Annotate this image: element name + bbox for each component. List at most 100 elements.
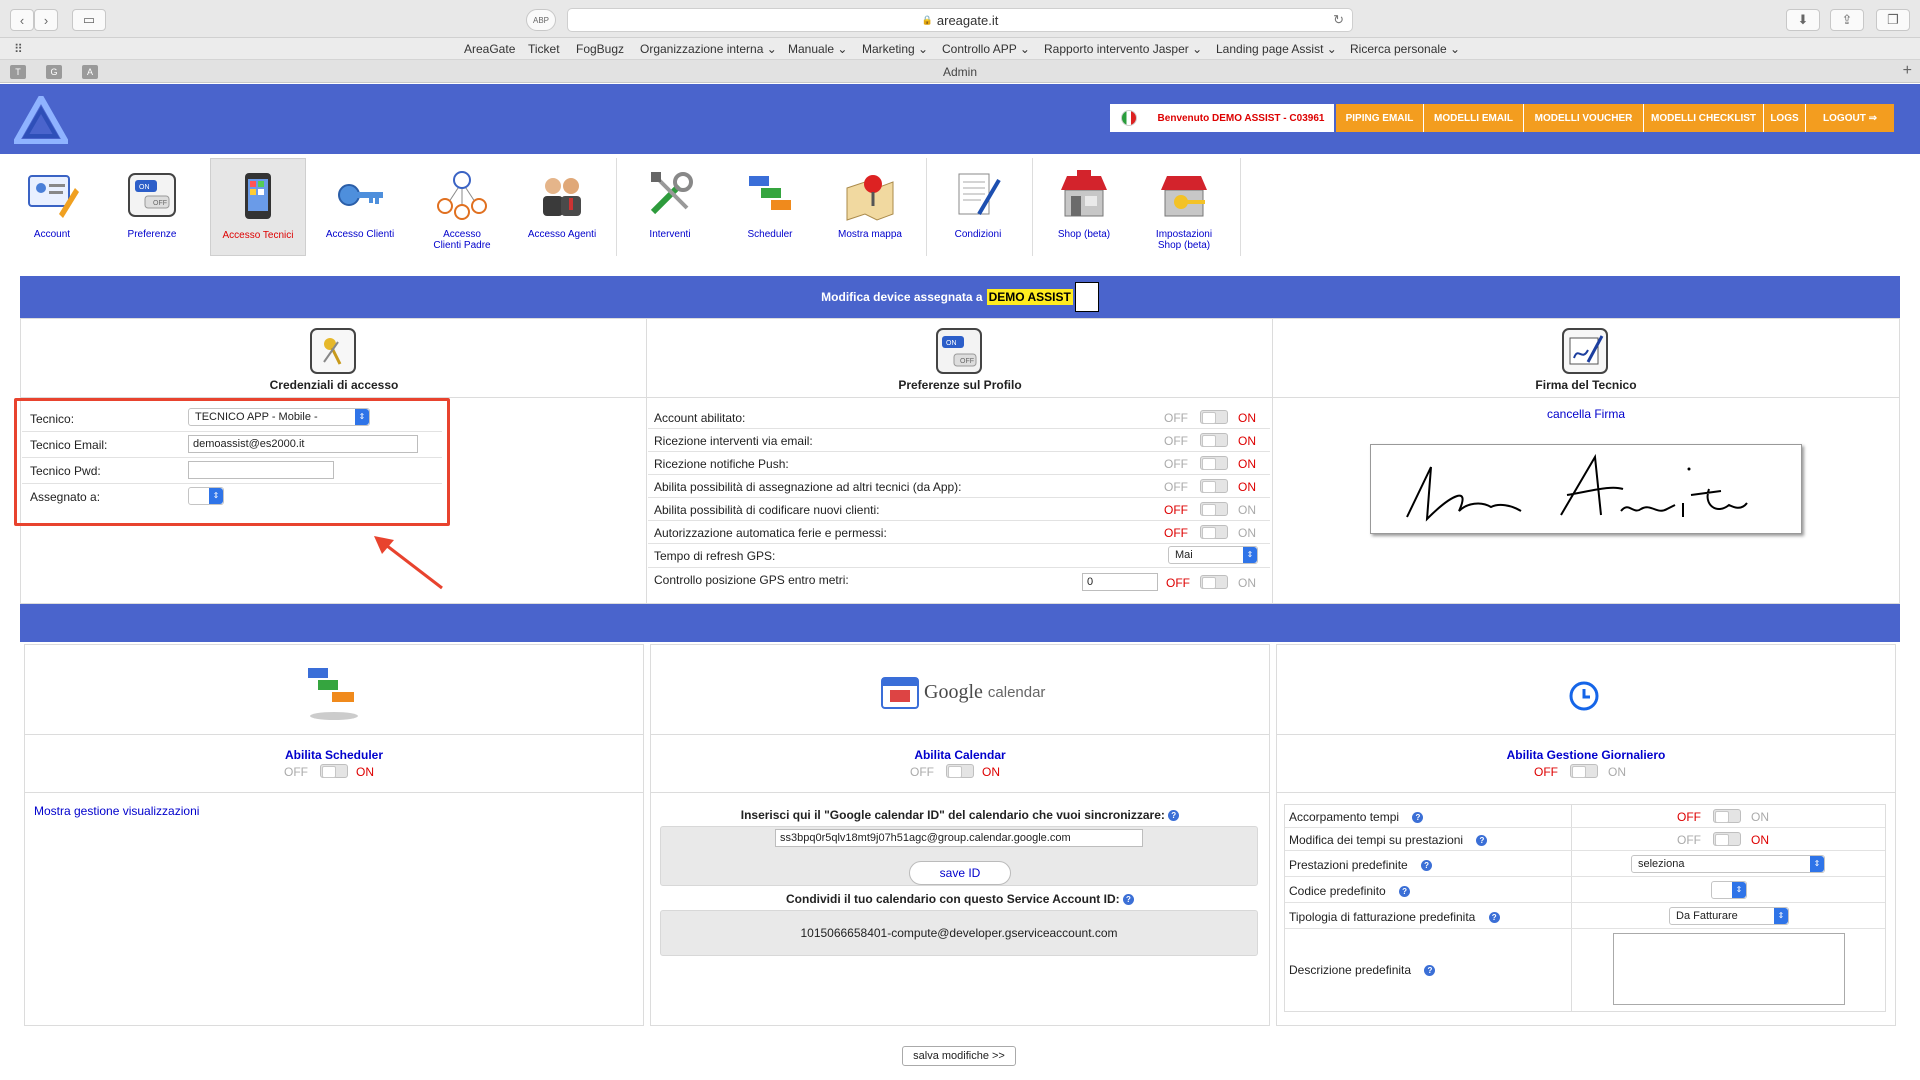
- logs-button[interactable]: LOGS: [1764, 104, 1806, 132]
- help-icon[interactable]: ?: [1488, 912, 1500, 924]
- grid-icon[interactable]: ⠿: [14, 42, 23, 56]
- calendar-toggle[interactable]: [946, 764, 974, 778]
- bookmark-landing[interactable]: Landing page Assist ⌄: [1216, 42, 1337, 56]
- select-arrow-icon: ⇕: [1810, 856, 1824, 872]
- downloads-icon[interactable]: ⬇: [1786, 9, 1820, 31]
- nav-condizioni[interactable]: Condizioni: [930, 158, 1026, 256]
- service-account-box: 1015066658401-compute@developer.gservice…: [660, 910, 1258, 956]
- preference-label: Abilita possibilità di assegnazione ad a…: [654, 480, 962, 494]
- preference-toggle[interactable]: [1200, 502, 1228, 516]
- nav-preferenze[interactable]: ON OFF Preferenze: [104, 158, 200, 256]
- tools-icon: [650, 172, 693, 215]
- bookmark-areagate[interactable]: AreaGate: [464, 42, 515, 56]
- nav-interventi[interactable]: Interventi: [622, 158, 718, 256]
- bookmark-manuale[interactable]: Manuale ⌄: [788, 42, 847, 56]
- tabs-overview-icon[interactable]: ❐: [1876, 9, 1910, 31]
- accorpamento-label: Accorpamento tempi ?: [1289, 810, 1424, 824]
- smartphone-icon: [245, 173, 271, 219]
- descrizione-textarea[interactable]: [1613, 933, 1845, 1005]
- toggle-off-label: OFF: [1677, 810, 1701, 824]
- preference-toggle[interactable]: [1200, 479, 1228, 493]
- preference-row: Ricezione interventi via email: OFF ON: [648, 429, 1270, 452]
- notepad-icon[interactable]: [1074, 282, 1099, 312]
- codice-select[interactable]: ⇕: [1711, 881, 1747, 899]
- bookmark-organizzazione[interactable]: Organizzazione interna ⌄: [640, 42, 777, 56]
- help-icon[interactable]: ?: [1421, 860, 1433, 872]
- modelli-voucher-button[interactable]: MODELLI VOUCHER: [1524, 104, 1644, 132]
- nav-impostazioni-shop[interactable]: Impostazioni Shop (beta): [1136, 158, 1232, 256]
- scheduler-toggle[interactable]: [320, 764, 348, 778]
- signature-canvas[interactable]: [1370, 444, 1802, 534]
- help-icon[interactable]: ?: [1168, 810, 1180, 822]
- save-changes-button[interactable]: salva modifiche >>: [902, 1046, 1016, 1066]
- sidebar-toggle-icon[interactable]: ▭: [72, 9, 106, 31]
- modifica-toggle[interactable]: [1713, 832, 1741, 846]
- preference-toggle[interactable]: [1200, 525, 1228, 539]
- toggle-off-label: OFF: [1164, 457, 1188, 471]
- toggle-on-label: ON: [1238, 411, 1256, 425]
- nav-shop[interactable]: Shop (beta): [1036, 158, 1132, 256]
- bookmark-ricerca[interactable]: Ricerca personale ⌄: [1350, 42, 1460, 56]
- bookmark-controllo-app[interactable]: Controllo APP ⌄: [942, 42, 1030, 56]
- divider: [650, 792, 1270, 793]
- toggle-on-label: ON: [1238, 480, 1256, 494]
- piping-email-button[interactable]: PIPING EMAIL: [1336, 104, 1424, 132]
- nav-account[interactable]: Account: [4, 158, 100, 256]
- mostra-gestione-link[interactable]: Mostra gestione visualizzazioni: [34, 804, 199, 818]
- active-tab-title[interactable]: Admin: [0, 65, 1920, 79]
- bookmark-ticket[interactable]: Ticket: [528, 42, 560, 56]
- prestazioni-select[interactable]: seleziona ⇕: [1631, 855, 1825, 873]
- address-bar[interactable]: 🔒 areagate.it ↻: [567, 8, 1353, 32]
- accorpamento-toggle[interactable]: [1713, 809, 1741, 823]
- annotation-highlight-box: [14, 398, 450, 526]
- accorpamento-row: Accorpamento tempi ? OFF ON: [1285, 805, 1885, 828]
- preference-toggle[interactable]: [1200, 433, 1228, 447]
- gps-meters-field[interactable]: 0: [1082, 573, 1158, 591]
- calendar-id-box: ss3bpq0r5qlv18mt9j07h51agc@group.calenda…: [660, 826, 1258, 886]
- bookmark-rapporto[interactable]: Rapporto intervento Jasper ⌄: [1044, 42, 1202, 56]
- forward-button[interactable]: ›: [34, 9, 58, 31]
- divider: [24, 792, 644, 793]
- areagate-logo[interactable]: [14, 96, 68, 144]
- device-panel-title-bar: Modifica device assegnata a DEMO ASSIST: [20, 276, 1900, 318]
- preference-toggle[interactable]: [1200, 410, 1228, 424]
- help-icon[interactable]: ?: [1424, 965, 1436, 977]
- nav-scheduler[interactable]: Scheduler: [722, 158, 818, 256]
- gps-meters-toggle[interactable]: [1200, 575, 1228, 589]
- save-id-button[interactable]: save ID: [909, 861, 1011, 885]
- tipologia-select[interactable]: Da Fatturare ⇕: [1669, 907, 1789, 925]
- nav-accesso-clienti[interactable]: Accesso Clienti: [312, 158, 408, 256]
- nav-accesso-agenti[interactable]: Accesso Agenti: [514, 158, 610, 256]
- nav-accesso-tecnici[interactable]: Accesso Tecnici: [210, 158, 306, 256]
- help-icon[interactable]: ?: [1122, 894, 1134, 906]
- help-icon[interactable]: ?: [1412, 812, 1424, 824]
- clear-signature-link[interactable]: cancella Firma: [1274, 407, 1898, 421]
- nav-accesso-clienti-padre[interactable]: Accesso Clienti Padre: [414, 158, 510, 256]
- bookmark-fogbugz[interactable]: FogBugz: [576, 42, 624, 56]
- nav-mostra-mappa[interactable]: Mostra mappa: [822, 158, 918, 256]
- modelli-email-button[interactable]: MODELLI EMAIL: [1424, 104, 1524, 132]
- preference-toggle[interactable]: [1200, 456, 1228, 470]
- select-arrow-icon: ⇕: [1774, 908, 1788, 924]
- preference-row: Abilita possibilità di codificare nuovi …: [648, 498, 1270, 521]
- calendar-id-field[interactable]: ss3bpq0r5qlv18mt9j07h51agc@group.calenda…: [775, 829, 1143, 847]
- help-icon[interactable]: ?: [1399, 886, 1411, 898]
- logout-button[interactable]: LOGOUT ⇒: [1806, 104, 1894, 132]
- reload-icon[interactable]: ↻: [1333, 12, 1344, 28]
- descrizione-row: Descrizione predefinita ?: [1285, 929, 1885, 1011]
- agents-group-icon: [543, 178, 581, 216]
- back-button[interactable]: ‹: [10, 9, 34, 31]
- signature-heading: Firma del Tecnico: [1535, 378, 1637, 392]
- gps-refresh-label: Tempo di refresh GPS:: [654, 549, 776, 563]
- bookmark-marketing[interactable]: Marketing ⌄: [862, 42, 928, 56]
- daily-settings-table: Accorpamento tempi ? OFF ON Modifica dei…: [1284, 804, 1886, 1012]
- gps-refresh-select[interactable]: Mai ⇕: [1168, 546, 1258, 564]
- italy-flag-icon[interactable]: [1110, 104, 1148, 132]
- adblock-icon[interactable]: ABP: [526, 9, 556, 31]
- toggle-off-label: OFF: [1164, 503, 1188, 517]
- share-icon[interactable]: ⇪: [1830, 9, 1864, 31]
- help-icon[interactable]: ?: [1476, 835, 1488, 847]
- modelli-checklist-button[interactable]: MODELLI CHECKLIST: [1644, 104, 1764, 132]
- new-tab-icon[interactable]: +: [1903, 62, 1912, 80]
- daily-toggle[interactable]: [1570, 764, 1598, 778]
